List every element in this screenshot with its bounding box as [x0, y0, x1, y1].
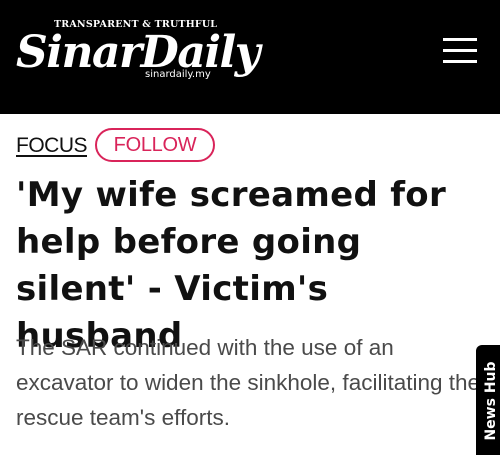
- menu-bar: [443, 49, 477, 52]
- follow-button[interactable]: FOLLOW: [95, 128, 215, 162]
- site-header: TRANSPARENT & TRUTHFUL SinarDaily sinard…: [0, 0, 500, 114]
- hamburger-menu-icon[interactable]: [443, 36, 477, 66]
- menu-bar: [443, 38, 477, 41]
- topic-focus-link[interactable]: FOCUS: [16, 134, 88, 158]
- article-summary: The SAR continued with the use of an exc…: [16, 335, 481, 430]
- news-hub-label: News Hub: [483, 361, 499, 441]
- site-logo[interactable]: TRANSPARENT & TRUTHFUL SinarDaily sinard…: [16, 19, 260, 85]
- topic-row: FOCUS FOLLOW: [16, 128, 476, 164]
- menu-bar: [443, 60, 477, 63]
- logo-wordmark: SinarDaily: [16, 27, 260, 78]
- logo-domain: sinardaily.my: [145, 69, 211, 80]
- news-hub-tab[interactable]: News Hub: [476, 345, 500, 455]
